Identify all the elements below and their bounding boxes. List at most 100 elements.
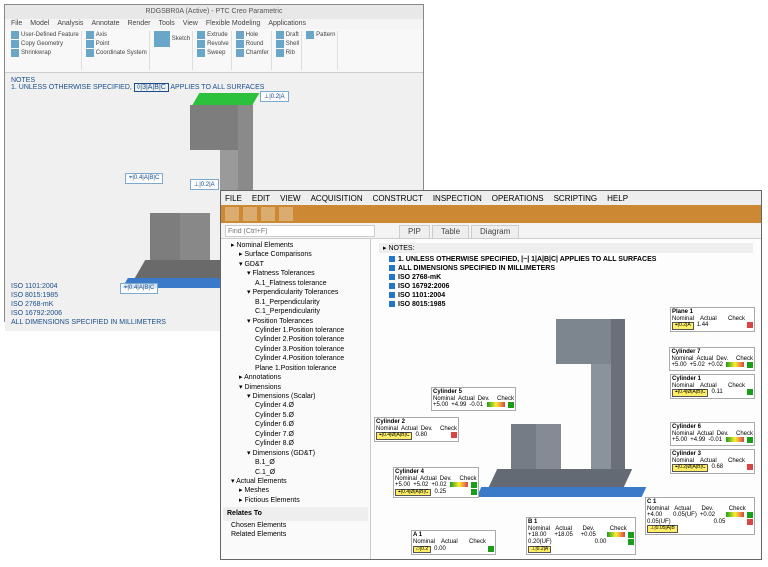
btn-pattern[interactable]: Pattern — [306, 31, 335, 39]
tree-item[interactable]: ▾ Dimensions (GD&T) — [223, 449, 368, 458]
menu-file[interactable]: FILE — [225, 194, 242, 203]
tree-item[interactable]: Cylinder 4.Ø — [223, 401, 368, 410]
tree-item[interactable]: ▾ Position Tolerances — [223, 317, 368, 326]
btn-udf[interactable]: User-Defined Feature — [11, 31, 79, 39]
standards-list: ISO 1101:2004 ISO 8015:1985 ISO 2768-mK … — [11, 282, 166, 327]
menu-ops[interactable]: OPERATIONS — [492, 194, 544, 203]
meas-cyl3[interactable]: Cylinder 3 NominalActualCheck ⌖|0.2|Ø|A|… — [670, 449, 755, 474]
tab-view[interactable]: View — [183, 20, 198, 27]
btn-shell[interactable]: Shell — [276, 40, 299, 48]
ribbon: User-Defined Feature Copy Geometry Shrin… — [5, 29, 423, 73]
tree-item[interactable]: ▸ Fictious Elements — [223, 496, 368, 505]
btn-chamfer[interactable]: Chamfer — [236, 49, 269, 57]
redo-icon[interactable] — [261, 207, 275, 221]
tree-item[interactable]: B.1_Perpendicularity — [223, 298, 368, 307]
tree-item[interactable]: Cylinder 2.Position tolerance — [223, 335, 368, 344]
btn-revolve[interactable]: Revolve — [197, 40, 229, 48]
btn-copygeom[interactable]: Copy Geometry — [11, 40, 79, 48]
gdt-callout[interactable]: ⊥|0.2|A — [190, 179, 219, 190]
tree-item[interactable]: ▾ Actual Elements — [223, 477, 368, 486]
tree-item[interactable]: Related Elements — [223, 530, 368, 539]
ribbon-tabs: File Model Analysis Annotate Render Tool… — [9, 19, 308, 28]
tab-file[interactable]: File — [11, 20, 22, 27]
inspect-viewport[interactable]: ▸ NOTES: 1. UNLESS OTHERWISE SPECIFIED, … — [371, 239, 761, 559]
menu-view[interactable]: VIEW — [280, 194, 300, 203]
meas-cyl1[interactable]: Cylinder 1 NominalActualCheck ⌖|0.4|Ø|A|… — [670, 374, 755, 399]
menu-inspect[interactable]: INSPECTION — [433, 194, 482, 203]
tab-pip[interactable]: PIP — [399, 225, 430, 238]
tab-table[interactable]: Table — [432, 225, 469, 238]
tree-item[interactable]: Plane 1.Position tolerance — [223, 364, 368, 373]
btn-coord[interactable]: Coordinate System — [86, 49, 147, 57]
meas-plane1[interactable]: Plane 1 NominalActualCheck ⌖|0.2|A1.44 — [670, 307, 755, 332]
toolbar — [221, 205, 761, 223]
btn-shrink[interactable]: Shrinkwrap — [11, 49, 79, 57]
meas-cyl6[interactable]: Cylinder 6 NominalActualDev.Check +5.00+… — [670, 422, 755, 446]
tree-item[interactable]: Cylinder 7.Ø — [223, 430, 368, 439]
meas-b1[interactable]: B 1 NominalActualDev.Check +18.00+18.05+… — [526, 517, 636, 555]
tree-item[interactable]: ▾ Dimensions — [223, 383, 368, 392]
tree-item[interactable]: Cylinder 3.Position tolerance — [223, 345, 368, 354]
gdt-callout[interactable]: ⌖|0.4|A|B|C — [125, 173, 163, 184]
notes-panel: ▸ NOTES: 1. UNLESS OTHERWISE SPECIFIED, … — [379, 243, 753, 309]
menu-bar: FILE EDIT VIEW ACQUISITION CONSTRUCT INS… — [221, 191, 761, 205]
menu-script[interactable]: SCRIPTING — [554, 194, 598, 203]
btn-point[interactable]: Point — [86, 40, 147, 48]
tree-item[interactable]: ▾ Dimensions (Scalar) — [223, 392, 368, 401]
tab-analysis[interactable]: Analysis — [57, 20, 83, 27]
measured-part[interactable] — [481, 319, 651, 539]
tree-item[interactable]: ▸ Surface Comparisons — [223, 250, 368, 259]
tree-item[interactable]: Chosen Elements — [223, 521, 368, 530]
tree-item[interactable]: Cylinder 1.Position tolerance — [223, 326, 368, 335]
meas-a1[interactable]: A 1 NominalActualCheck ▱|0.20.00 — [411, 530, 496, 555]
btn-sketch[interactable]: Sketch — [154, 31, 190, 47]
tab-model[interactable]: Model — [30, 20, 49, 27]
meas-cyl2[interactable]: Cylinder 2 NominalActualDev.Check ⌖|0.4|… — [374, 417, 459, 442]
tree-item[interactable]: ▸ Annotations — [223, 373, 368, 382]
meas-cyl7[interactable]: Cylinder 7 NominalActualDev.Check +5.00+… — [669, 347, 755, 371]
meas-cyl5[interactable]: Cylinder 5 NominalActualDev.Check +5.00+… — [431, 387, 516, 411]
tab-tools[interactable]: Tools — [158, 20, 174, 27]
meas-c1[interactable]: C 1 NominalActualDev.Check +4.000.05(UF)… — [645, 497, 755, 535]
tree-item[interactable]: ▸ Meshes — [223, 486, 368, 495]
btn-round[interactable]: Round — [236, 40, 269, 48]
creo-notes: NOTES 1. UNLESS OTHERWISE SPECIFIED, ◊|3… — [11, 77, 264, 91]
menu-construct[interactable]: CONSTRUCT — [373, 194, 423, 203]
btn-axis[interactable]: Axis — [86, 31, 147, 39]
tab-flex[interactable]: Flexible Modeling — [206, 20, 260, 27]
tab-diagram[interactable]: Diagram — [471, 225, 519, 238]
inspect-window: FILE EDIT VIEW ACQUISITION CONSTRUCT INS… — [220, 190, 762, 560]
tree-item[interactable]: Cylinder 8.Ø — [223, 439, 368, 448]
view-tabs: PIP Table Diagram — [221, 223, 761, 239]
tree-item[interactable]: ▾ Perpendicularity Tolerances — [223, 288, 368, 297]
menu-acq[interactable]: ACQUISITION — [311, 194, 363, 203]
gdt-callout[interactable]: ⊥|0.2|A — [260, 91, 289, 102]
undo-icon[interactable] — [243, 207, 257, 221]
btn-draft[interactable]: Draft — [276, 31, 299, 39]
menu-help[interactable]: HELP — [607, 194, 628, 203]
tree-section: Relates To — [223, 507, 368, 520]
tree-item[interactable]: C.1_Ø — [223, 468, 368, 477]
home-icon[interactable] — [225, 207, 239, 221]
tree-item[interactable]: ▸ Nominal Elements — [223, 241, 368, 250]
btn-sweep[interactable]: Sweep — [197, 49, 229, 57]
tree-item[interactable]: A.1_Flatness tolerance — [223, 279, 368, 288]
tree-item[interactable]: Cylinder 4.Position tolerance — [223, 354, 368, 363]
camera-icon[interactable] — [279, 207, 293, 221]
btn-extrude[interactable]: Extrude — [197, 31, 229, 39]
btn-hole[interactable]: Hole — [236, 31, 269, 39]
tree-item[interactable]: Cylinder 6.Ø — [223, 420, 368, 429]
menu-edit[interactable]: EDIT — [252, 194, 270, 203]
element-tree[interactable]: ▸ Nominal Elements ▸ Surface Comparisons… — [221, 239, 371, 559]
tree-item[interactable]: ▾ GD&T — [223, 260, 368, 269]
meas-cyl4[interactable]: Cylinder 4 NominalActualDev.Check +5.00+… — [393, 467, 479, 498]
tree-item[interactable]: B.1_Ø — [223, 458, 368, 467]
tab-render[interactable]: Render — [127, 20, 150, 27]
tree-item[interactable]: C.1_Perpendicularity — [223, 307, 368, 316]
tab-annotate[interactable]: Annotate — [91, 20, 119, 27]
search-input[interactable] — [225, 225, 375, 237]
tab-apps[interactable]: Applications — [268, 20, 306, 27]
tree-item[interactable]: Cylinder 5.Ø — [223, 411, 368, 420]
tree-item[interactable]: ▾ Flatness Tolerances — [223, 269, 368, 278]
btn-rib[interactable]: Rib — [276, 49, 299, 57]
